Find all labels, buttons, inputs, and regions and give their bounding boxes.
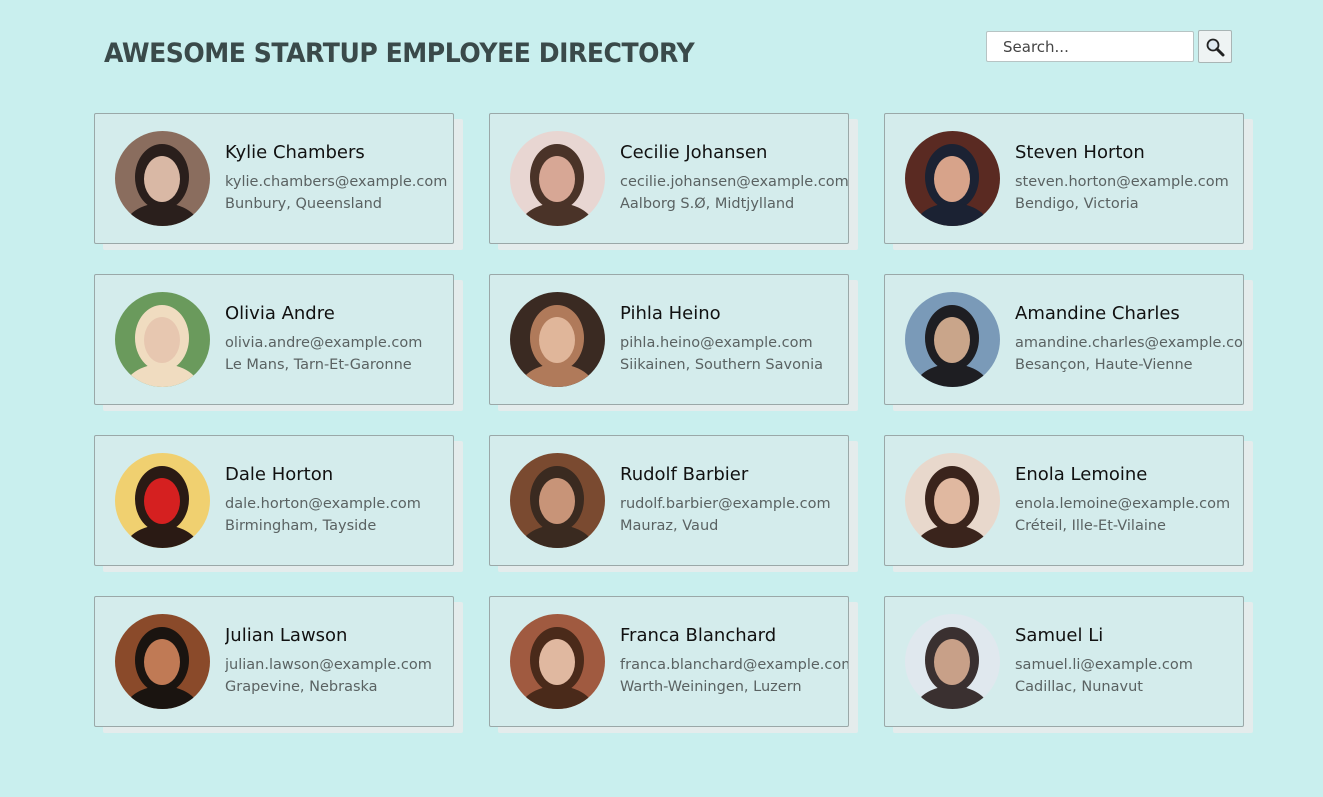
employee-email: olivia.andre@example.com <box>225 335 423 351</box>
employee-name: Samuel Li <box>1015 625 1104 646</box>
employee-email: julian.lawson@example.com <box>225 657 432 673</box>
employee-name: Julian Lawson <box>225 625 348 646</box>
employee-info: Steven Horton steven.horton@example.com Be… <box>1015 142 1229 215</box>
employee-location: Mauraz, Vaud <box>620 518 719 534</box>
employee-avatar <box>115 614 210 709</box>
search-button[interactable] <box>1198 30 1232 63</box>
employee-avatar <box>510 614 605 709</box>
employee-card[interactable]: Franca Blanchard franca.blanchard@example… <box>489 596 849 727</box>
employee-name: Rudolf Barbier <box>620 464 749 485</box>
employee-card[interactable]: Dale Horton dale.horton@example.com Birmin… <box>94 435 454 566</box>
employee-name: Cecilie Johansen <box>620 142 768 163</box>
employee-location: Créteil, Ille-Et-Vilaine <box>1015 518 1166 534</box>
employee-card[interactable]: Enola Lemoine enola.lemoine@example.com Cr… <box>884 435 1244 566</box>
employee-card[interactable]: Kylie Chambers kylie.chambers@example.com… <box>94 113 454 244</box>
employee-email: enola.lemoine@example.com <box>1015 496 1231 512</box>
employee-card[interactable]: Steven Horton steven.horton@example.com Be… <box>884 113 1244 244</box>
employee-location: Grapevine, Nebraska <box>225 679 378 695</box>
employee-info: Olivia Andre olivia.andre@example.com Le M… <box>225 303 422 376</box>
employee-email: cecilie.johansen@example.com <box>620 174 848 190</box>
employee-email: franca.blanchard@example.com <box>620 657 848 673</box>
employee-email: samuel.li@example.com <box>1015 657 1193 673</box>
employee-info: Julian Lawson julian.lawson@example.com Gr… <box>225 625 432 698</box>
employee-avatar <box>510 292 605 387</box>
employee-email: rudolf.barbier@example.com <box>620 496 831 512</box>
employee-location: Cadillac, Nunavut <box>1015 679 1143 695</box>
employee-location: Bunbury, Queensland <box>225 196 382 212</box>
employee-name: Pihla Heino <box>620 303 721 324</box>
employee-name: Kylie Chambers <box>225 142 365 163</box>
employee-info: Cecilie Johansen cecilie.johansen@example… <box>620 142 848 215</box>
employee-avatar <box>905 292 1000 387</box>
employee-avatar <box>115 292 210 387</box>
employee-card[interactable]: Samuel Li samuel.li@example.com Cadillac, … <box>884 596 1244 727</box>
employee-location: Birmingham, Tayside <box>225 518 377 534</box>
employee-location: Le Mans, Tarn-Et-Garonne <box>225 357 412 373</box>
employee-card[interactable]: Cecilie Johansen cecilie.johansen@example… <box>489 113 849 244</box>
employee-location: Bendigo, Victoria <box>1015 196 1139 212</box>
employee-email: steven.horton@example.com <box>1015 174 1229 190</box>
employee-name: Steven Horton <box>1015 142 1145 163</box>
employee-info: Kylie Chambers kylie.chambers@example.com… <box>225 142 447 215</box>
employee-info: Amandine Charles amandine.charles@example… <box>1015 303 1243 376</box>
employee-card[interactable]: Rudolf Barbier rudolf.barbier@example.com… <box>489 435 849 566</box>
employee-card[interactable]: Julian Lawson julian.lawson@example.com Gr… <box>94 596 454 727</box>
employee-name: Olivia Andre <box>225 303 335 324</box>
employee-card[interactable]: Pihla Heino pihla.heino@example.com Siikai… <box>489 274 849 405</box>
employee-email: kylie.chambers@example.com <box>225 174 448 190</box>
employee-email: pihla.heino@example.com <box>620 335 813 351</box>
employee-info: Franca Blanchard franca.blanchard@example… <box>620 625 848 698</box>
search-input[interactable] <box>986 31 1194 62</box>
employee-info: Pihla Heino pihla.heino@example.com Siikai… <box>620 303 823 376</box>
employee-location: Besançon, Haute-Vienne <box>1015 357 1193 373</box>
employee-name: Amandine Charles <box>1015 303 1180 324</box>
employee-avatar <box>510 131 605 226</box>
employee-location: Aalborg S.Ø, Midtjylland <box>620 196 795 212</box>
employee-info: Dale Horton dale.horton@example.com Birmin… <box>225 464 421 537</box>
employee-avatar <box>905 453 1000 548</box>
employee-name: Franca Blanchard <box>620 625 777 646</box>
employee-email: dale.horton@example.com <box>225 496 421 512</box>
employee-avatar <box>115 453 210 548</box>
employee-avatar <box>905 131 1000 226</box>
employee-grid: Kylie Chambers kylie.chambers@example.com… <box>94 113 1244 727</box>
magnifier-icon <box>1206 38 1225 56</box>
search-form <box>986 30 1232 63</box>
employee-info: Rudolf Barbier rudolf.barbier@example.com… <box>620 464 831 537</box>
employee-card[interactable]: Amandine Charles amandine.charles@example… <box>884 274 1244 405</box>
employee-name: Dale Horton <box>225 464 334 485</box>
employee-location: Siikainen, Southern Savonia <box>620 357 824 373</box>
employee-name: Enola Lemoine <box>1015 464 1148 485</box>
employee-avatar <box>115 131 210 226</box>
employee-info: Enola Lemoine enola.lemoine@example.com Cr… <box>1015 464 1230 537</box>
employee-card[interactable]: Olivia Andre olivia.andre@example.com Le M… <box>94 274 454 405</box>
employee-info: Samuel Li samuel.li@example.com Cadillac, … <box>1015 625 1193 698</box>
employee-avatar <box>510 453 605 548</box>
page-title: AWESOME STARTUP EMPLOYEE DIRECTORY <box>104 38 695 69</box>
employee-avatar <box>905 614 1000 709</box>
employee-location: Warth-Weiningen, Luzern <box>620 679 802 695</box>
employee-email: amandine.charles@example.com <box>1015 335 1243 351</box>
